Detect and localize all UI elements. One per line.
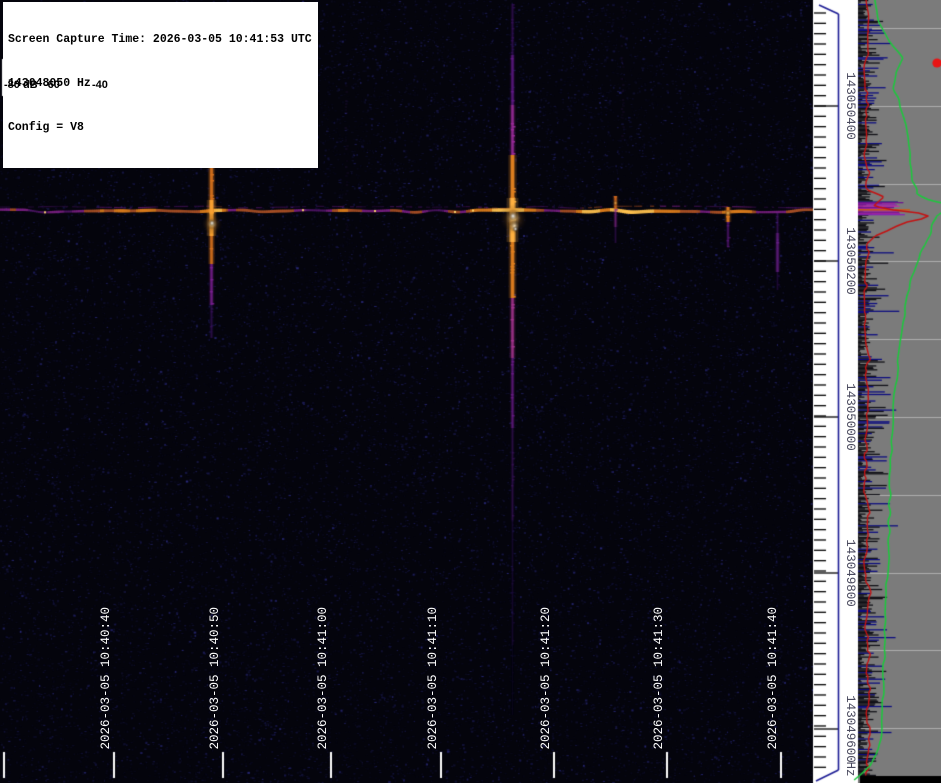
frequency-label: 143050200 (843, 227, 857, 295)
frequency-label: 143049800 (843, 539, 857, 607)
time-label: 2026-03-05 10:41:30 (652, 607, 666, 750)
frequency-label: 143049600 (843, 695, 857, 763)
time-label: 2026-03-05 10:41:40 (766, 607, 780, 750)
spectrum-screen-capture: Screen Capture Time: 2026-03-05 10:41:53… (0, 0, 941, 783)
time-label: 2026-03-05 10:41:20 (539, 607, 553, 750)
db-label-mid: -60 (44, 79, 60, 91)
capture-time-line: Screen Capture Time: 2026-03-05 10:41:53… (8, 33, 312, 48)
time-label: 2026-03-05 10:41:10 (426, 607, 440, 750)
db-label-min: -80 dB (4, 79, 38, 91)
frequency-label: 143050400 (843, 72, 857, 140)
time-label: 2026-03-05 10:40:50 (208, 607, 222, 750)
frequency-unit-label: Hz (843, 761, 857, 776)
time-label: 2026-03-05 10:40:40 (99, 607, 113, 750)
config-line: Config = V8 (8, 121, 312, 136)
colorbar-db-labels: -80 dB -60 -40 (2, 79, 114, 94)
frequency-label: 143050000 (843, 383, 857, 451)
time-label: 2026-03-05 10:41:00 (316, 607, 330, 750)
db-label-max: -40 (92, 79, 108, 91)
